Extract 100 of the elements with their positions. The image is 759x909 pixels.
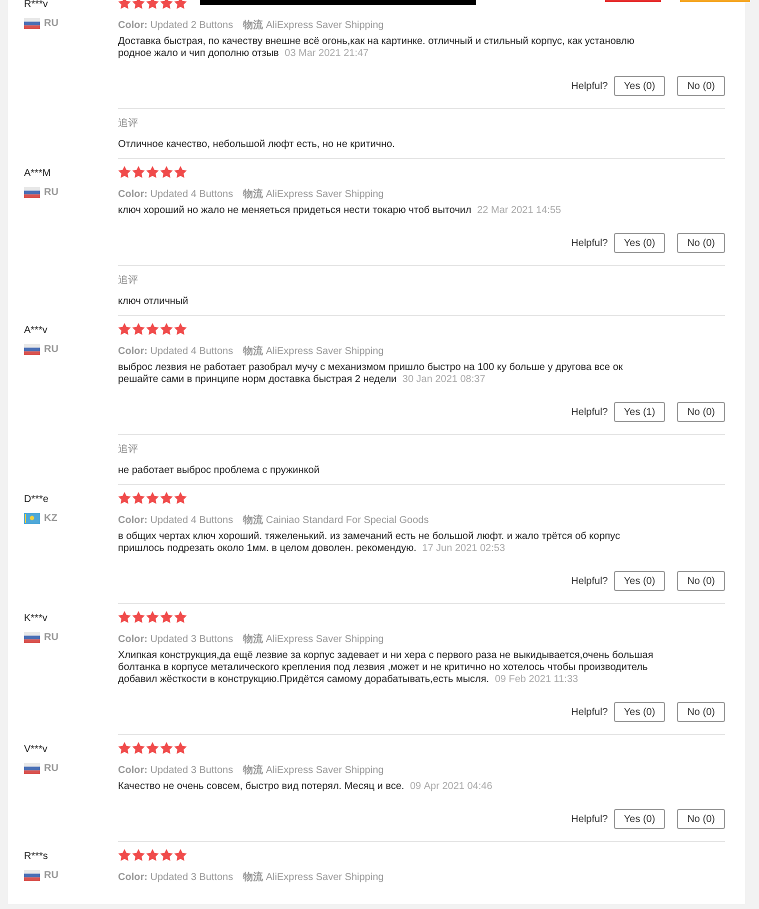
- color-option: Color: Updated 4 Buttons: [118, 513, 234, 528]
- star-icon: [118, 166, 131, 178]
- color-option: Color: Updated 3 Buttons: [118, 632, 234, 647]
- yes-vote-button[interactable]: Yes (0): [614, 233, 666, 253]
- country-code: KZ: [44, 512, 58, 526]
- no-vote-button[interactable]: No (0): [677, 571, 725, 591]
- shipping-method: 物流 AliExpress Saver Shipping: [243, 632, 384, 647]
- reviewer-name: A***v: [24, 324, 48, 338]
- star-icon: [146, 611, 159, 623]
- reviewer-name: D***e: [24, 493, 50, 507]
- star-icon: [160, 323, 173, 335]
- star-icon: [132, 492, 145, 504]
- no-vote-button[interactable]: No (0): [677, 233, 725, 253]
- star-icon: [146, 492, 159, 504]
- star-icon: [132, 166, 145, 178]
- star-icon: [132, 323, 145, 335]
- color-option: Color: Updated 3 Buttons: [118, 763, 234, 778]
- shipping-method: 物流 AliExpress Saver Shipping: [243, 763, 384, 778]
- star-icon: [174, 166, 187, 178]
- shipping-method: 物流 AliExpress Saver Shipping: [243, 344, 384, 359]
- star-icon: [146, 323, 159, 335]
- flag-icon: [24, 763, 40, 774]
- star-icon: [160, 166, 173, 178]
- color-option: Color: Updated 2 Buttons: [118, 18, 234, 33]
- helpful-label: Helpful?: [571, 80, 608, 94]
- star-icon: [174, 0, 187, 9]
- no-vote-button[interactable]: No (0): [677, 76, 725, 96]
- follow-up-text: не работает выброс проблема с пружинкой: [118, 464, 320, 478]
- country-code: RU: [44, 762, 58, 776]
- star-icon: [160, 742, 173, 754]
- review-text: Качество не очень совсем, быстро вид потерял. Месяц и все. 09 Apr 2021 04:46: [118, 781, 494, 793]
- follow-up-text: Отличное качество, небольшой люфт есть, но не критично.: [118, 138, 396, 152]
- no-vote-button[interactable]: No (0): [677, 809, 725, 829]
- reviewer-name: R***s: [24, 850, 49, 864]
- reviewer-name: R***v: [24, 0, 49, 12]
- shipping-method: 物流 Cainiao Standard For Special Goods: [243, 513, 429, 528]
- star-icon: [174, 611, 187, 623]
- review-text: ключ хороший но жало не меняеться придеться нести токарю чтоб выточил 22 Mar 2021 14:55: [118, 205, 562, 217]
- follow-up-label: 追评: [118, 274, 139, 288]
- flag-icon: [24, 187, 40, 198]
- no-vote-button[interactable]: No (0): [677, 402, 725, 422]
- star-icon: [174, 849, 187, 861]
- helpful-label: Helpful?: [571, 236, 608, 250]
- country-code: RU: [44, 17, 58, 31]
- star-icon: [160, 492, 173, 504]
- yes-vote-button[interactable]: Yes (0): [614, 809, 666, 829]
- follow-up-label: 追评: [118, 117, 139, 131]
- country-code: RU: [44, 343, 58, 357]
- reviewer-name: V***v: [24, 743, 48, 757]
- country-code: RU: [44, 186, 58, 200]
- helpful-label: Helpful?: [571, 574, 608, 588]
- yes-vote-button[interactable]: Yes (0): [614, 76, 666, 96]
- flag-icon: [24, 513, 40, 524]
- star-icon: [118, 323, 131, 335]
- review-text: Доставка быстрая, по качеству внешне всё огонь,как на картинке. отличный и стильный корпус, как установлю родное жало и чип дополню отзыв 03 Mar 2021 21:47: [118, 36, 636, 60]
- flag-icon: [24, 870, 40, 881]
- star-icon: [118, 742, 131, 754]
- star-icon: [146, 166, 159, 178]
- star-icon: [118, 492, 131, 504]
- flag-icon: [24, 344, 40, 355]
- helpful-label: Helpful?: [571, 406, 608, 420]
- star-icon: [132, 0, 145, 9]
- review-text: Хлипкая конструкция,да ещё лезвие за корпус задевает и ни хера с первого раза не выкидывается,очень большая болтанка в корпусе металического крепления под лезвия ,может и не критично но хотелось чтобы производитель добавил жёсткости в конструкцию.Придётся самому дорабатывать,есть мысля. 09 Feb 2021 11:33: [118, 650, 654, 686]
- no-vote-button[interactable]: No (0): [677, 702, 725, 722]
- follow-up-text: ключ отличный: [118, 295, 190, 309]
- star-icon: [118, 0, 131, 9]
- yes-vote-button[interactable]: Yes (0): [614, 702, 666, 722]
- review-text: в общих чертах ключ хороший. тяжеленький. из замечаний есть не большой люфт. и жало трётся об корпус пришлось подрезать около 1мм. в целом доволен. рекомендую. 17 Jun 2021 02:53: [118, 531, 622, 555]
- star-icon: [132, 611, 145, 623]
- follow-up-label: 追评: [118, 443, 139, 457]
- shipping-method: 物流 AliExpress Saver Shipping: [243, 18, 384, 33]
- color-option: Color: Updated 3 Buttons: [118, 870, 234, 885]
- star-icon: [146, 742, 159, 754]
- flag-icon: [24, 632, 40, 643]
- star-icon: [160, 0, 173, 9]
- helpful-label: Helpful?: [571, 812, 608, 826]
- star-icon: [174, 742, 187, 754]
- helpful-label: Helpful?: [571, 706, 608, 720]
- star-icon: [118, 611, 131, 623]
- shipping-method: 物流 AliExpress Saver Shipping: [243, 870, 384, 885]
- star-icon: [174, 323, 187, 335]
- reviewer-name: K***v: [24, 612, 48, 626]
- color-option: Color: Updated 4 Buttons: [118, 344, 234, 359]
- star-icon: [118, 849, 131, 861]
- star-icon: [146, 849, 159, 861]
- reviewer-name: A***M: [24, 167, 52, 181]
- star-icon: [146, 0, 159, 9]
- star-icon: [160, 611, 173, 623]
- flag-icon: [24, 18, 40, 29]
- star-icon: [160, 849, 173, 861]
- yes-vote-button[interactable]: Yes (0): [614, 571, 666, 591]
- shipping-method: 物流 AliExpress Saver Shipping: [243, 187, 384, 202]
- color-option: Color: Updated 4 Buttons: [118, 187, 234, 202]
- star-icon: [174, 492, 187, 504]
- star-icon: [132, 742, 145, 754]
- country-code: RU: [44, 869, 58, 883]
- review-text: выброс лезвия не работает разобрал мучу с механизмом пришло быстро на 100 ку больше у другова все ок решайте сами в принципе норм доставка быстрая 2 недели 30 Jan 2021 08:37: [118, 362, 624, 386]
- yes-vote-button[interactable]: Yes (1): [614, 402, 666, 422]
- star-icon: [132, 849, 145, 861]
- country-code: RU: [44, 631, 58, 645]
